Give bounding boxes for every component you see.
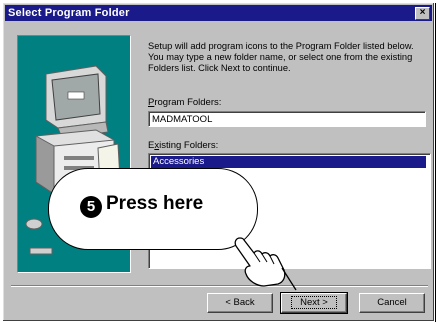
existing-folders-label: Existing Folders:	[148, 140, 218, 151]
program-folders-label-text: rogram Folders:	[154, 97, 222, 108]
step-number-badge: 5	[80, 196, 102, 218]
select-program-folder-dialog: Select Program Folder × Setup will add p…	[2, 2, 435, 322]
title-bar: Select Program Folder ×	[5, 5, 432, 21]
list-item-accessories[interactable]: Accessories	[151, 156, 426, 168]
window-title: Select Program Folder	[8, 7, 130, 19]
instructions-text: Setup will add program icons to the Prog…	[148, 41, 414, 73]
program-folder-input[interactable]: MADMATOOL	[148, 111, 426, 127]
pointing-hand-icon	[234, 237, 297, 291]
next-button-label: Next >	[291, 296, 337, 309]
program-folders-label: Program Folders:	[148, 97, 221, 108]
separator	[11, 285, 428, 287]
cancel-button[interactable]: Cancel	[359, 293, 425, 313]
back-button[interactable]: < Back	[207, 293, 273, 313]
existing-folders-label-text: isting Folders:	[159, 140, 219, 151]
close-button[interactable]: ×	[415, 7, 430, 20]
callout-text: Press here	[106, 193, 204, 214]
next-button[interactable]: Next >	[280, 292, 348, 314]
